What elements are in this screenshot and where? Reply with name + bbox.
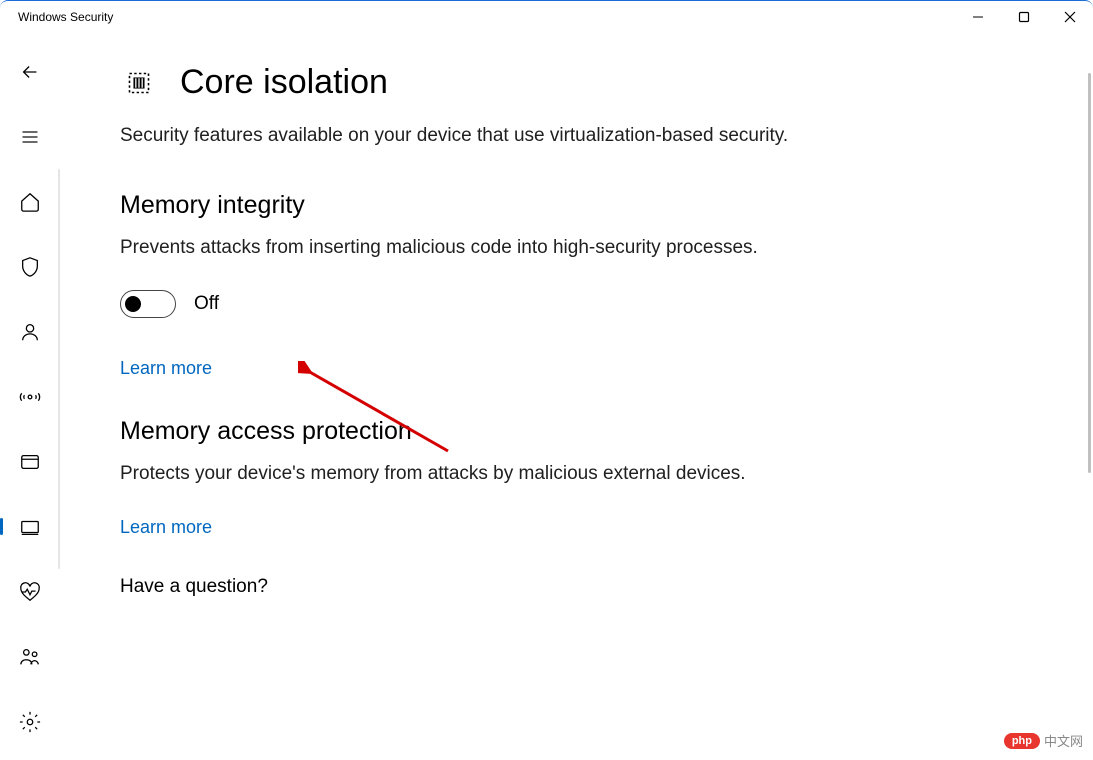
memory-access-desc: Protects your device's memory from attac… xyxy=(120,460,860,489)
sidebar-item-virus[interactable] xyxy=(10,248,50,285)
sidebar-item-device-security[interactable] xyxy=(10,508,50,545)
maximize-icon xyxy=(1018,11,1030,23)
watermark-text: 中文网 xyxy=(1044,731,1083,750)
close-button[interactable] xyxy=(1047,1,1093,33)
scrollbar[interactable] xyxy=(1088,73,1091,473)
toggle-knob xyxy=(125,296,141,312)
gear-icon xyxy=(19,711,41,733)
heart-icon xyxy=(19,581,41,603)
menu-button[interactable] xyxy=(10,118,50,155)
sidebar-item-family[interactable] xyxy=(10,638,50,675)
watermark-badge: php xyxy=(1004,733,1040,749)
sidebar-item-firewall[interactable] xyxy=(10,378,50,415)
minimize-button[interactable] xyxy=(955,1,1001,33)
memory-integrity-title: Memory integrity xyxy=(120,191,1033,220)
main-content: Core isolation Security features availab… xyxy=(60,33,1093,760)
sidebar-item-app-browser[interactable] xyxy=(10,443,50,480)
account-icon xyxy=(19,321,41,343)
sidebar-item-settings[interactable] xyxy=(10,703,50,740)
browser-icon xyxy=(19,451,41,473)
minimize-icon xyxy=(972,11,984,23)
memory-access-title: Memory access protection xyxy=(120,417,1033,446)
memory-access-section: Memory access protection Protects your d… xyxy=(120,417,1033,538)
sidebar xyxy=(0,33,60,760)
sidebar-item-account[interactable] xyxy=(10,313,50,350)
window-title: Windows Security xyxy=(18,10,113,24)
titlebar: Windows Security xyxy=(0,1,1093,33)
watermark: php 中文网 xyxy=(1004,731,1083,750)
close-icon xyxy=(1064,11,1076,23)
back-arrow-icon xyxy=(19,61,41,83)
back-button[interactable] xyxy=(10,53,50,90)
sidebar-item-home[interactable] xyxy=(10,183,50,220)
page-subtitle: Security features available on your devi… xyxy=(120,122,840,151)
window-controls xyxy=(955,1,1093,33)
page-header: Core isolation xyxy=(120,63,1033,102)
toggle-state-label: Off xyxy=(194,293,219,315)
hamburger-icon xyxy=(20,127,40,147)
network-icon xyxy=(19,386,41,408)
memory-integrity-learn-more-link[interactable]: Learn more xyxy=(120,358,212,378)
core-isolation-icon xyxy=(120,64,158,102)
have-a-question: Have a question? xyxy=(120,576,1033,598)
memory-integrity-desc: Prevents attacks from inserting maliciou… xyxy=(120,234,860,263)
family-icon xyxy=(19,646,41,668)
device-icon xyxy=(19,516,41,538)
page-title: Core isolation xyxy=(180,63,388,102)
home-icon xyxy=(19,191,41,213)
memory-integrity-section: Memory integrity Prevents attacks from i… xyxy=(120,191,1033,380)
maximize-button[interactable] xyxy=(1001,1,1047,33)
memory-integrity-toggle-row: Off xyxy=(120,290,1033,318)
memory-integrity-toggle[interactable] xyxy=(120,290,176,318)
sidebar-item-performance[interactable] xyxy=(10,573,50,610)
shield-icon xyxy=(19,256,41,278)
memory-access-learn-more-link[interactable]: Learn more xyxy=(120,517,212,537)
